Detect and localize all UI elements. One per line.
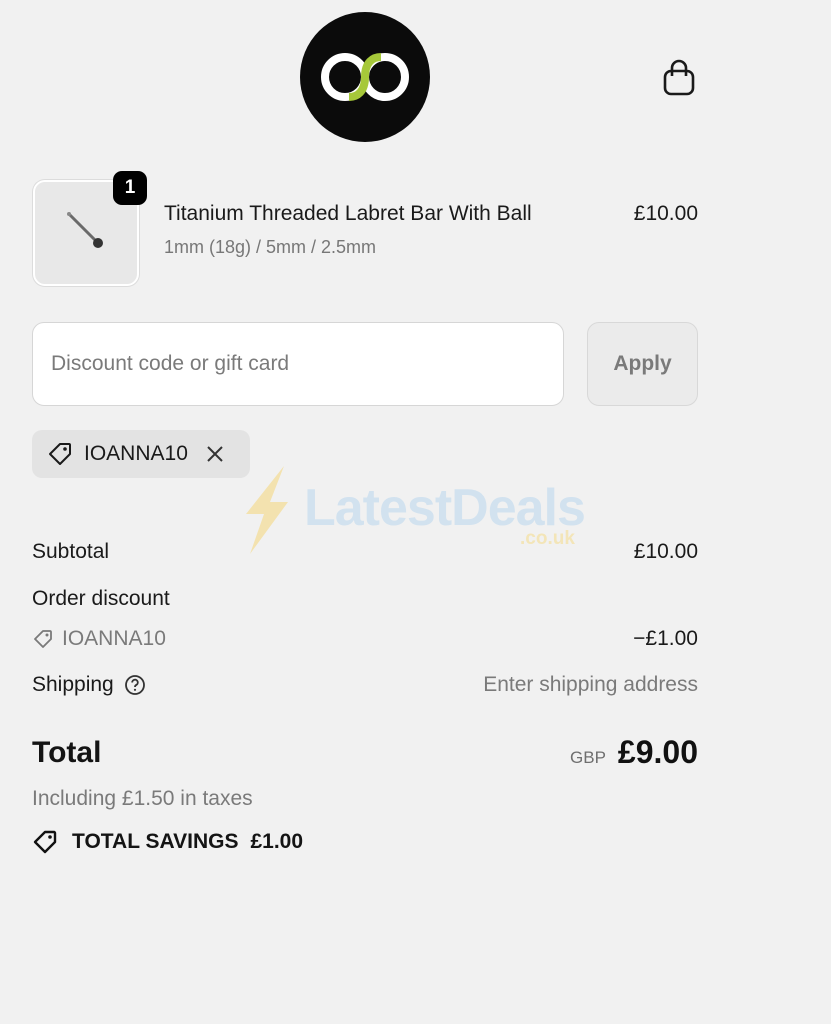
- discount-code-line: IOANNA10: [32, 627, 166, 651]
- savings-value: £1.00: [250, 830, 304, 853]
- quantity-badge: 1: [113, 171, 147, 205]
- currency-code: GBP: [570, 748, 606, 767]
- total-amount: £9.00: [617, 734, 698, 770]
- shopping-bag-icon: [663, 59, 695, 96]
- tag-icon: [33, 830, 57, 854]
- watermark-sub: .co.uk: [520, 528, 575, 549]
- discount-code-input[interactable]: [32, 322, 564, 406]
- shipping-label: Shipping: [32, 673, 114, 696]
- watermark-text: LatestDeals: [304, 479, 586, 537]
- question-icon: [124, 675, 145, 695]
- lightning-icon: [246, 466, 288, 554]
- savings-label: TOTAL SAVINGS: [72, 830, 239, 853]
- order-discount-label: Order discount: [32, 587, 170, 610]
- subtotal-label: Subtotal: [32, 540, 110, 563]
- cart-button[interactable]: [660, 58, 698, 98]
- total-value-group: GBP £9.00: [570, 734, 698, 771]
- apply-discount-button[interactable]: Apply: [587, 322, 698, 406]
- total-label: Total: [32, 736, 102, 769]
- shipping-help-button[interactable]: [124, 674, 146, 696]
- close-icon: [207, 446, 223, 462]
- store-logo[interactable]: [300, 12, 430, 142]
- discount-code-text: IOANNA10: [62, 627, 166, 650]
- shipping-value: Enter shipping address: [483, 673, 698, 696]
- infinity-logo-icon: [321, 53, 409, 101]
- discount-value: −£1.00: [633, 627, 698, 650]
- subtotal-value: £10.00: [633, 540, 698, 563]
- remove-discount-button[interactable]: [204, 443, 226, 465]
- product-price: £10.00: [633, 202, 698, 225]
- tag-icon: [34, 630, 52, 648]
- shipping-row: Shipping: [32, 673, 146, 697]
- tax-note: Including £1.50 in taxes: [32, 787, 253, 810]
- product-title: Titanium Threaded Labret Bar With Ball: [164, 202, 532, 225]
- watermark: LatestDeals .co.uk: [238, 462, 598, 557]
- applied-discount-chip: IOANNA10: [32, 430, 250, 478]
- product-variant: 1mm (18g) / 5mm / 2.5mm: [164, 237, 377, 257]
- tag-icon: [49, 443, 71, 465]
- applied-code-label: IOANNA10: [84, 442, 188, 465]
- labret-bar-icon: [67, 212, 103, 248]
- total-savings: TOTAL SAVINGS £1.00: [32, 828, 303, 856]
